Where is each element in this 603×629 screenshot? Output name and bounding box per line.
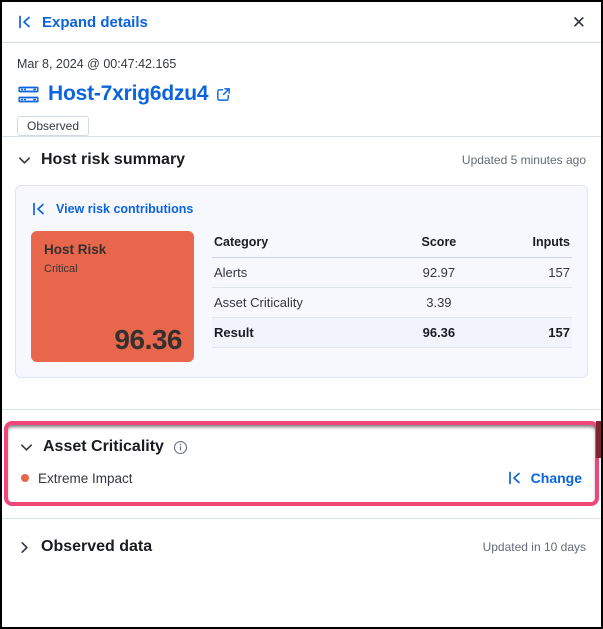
cell-inputs: 157 xyxy=(485,258,572,288)
arrow-start-icon xyxy=(507,470,523,486)
gauge-score: 96.36 xyxy=(114,324,182,356)
cell-inputs: 157 xyxy=(485,318,572,348)
asset-criticality-highlight: Asset Criticality Extreme Impact Change xyxy=(4,421,599,506)
observed-updated-text: Updated in 10 days xyxy=(483,540,586,554)
column-header-inputs: Inputs xyxy=(485,231,572,258)
event-timestamp: Mar 8, 2024 @ 00:47:42.165 xyxy=(17,57,586,71)
chevron-right-icon[interactable] xyxy=(17,540,32,555)
risk-summary-card: View risk contributions Host Risk Critic… xyxy=(15,185,588,378)
cell-score: 3.39 xyxy=(393,288,486,318)
expand-details-label: Expand details xyxy=(42,14,148,31)
observed-data-title: Observed data xyxy=(41,538,152,556)
chevron-down-icon[interactable] xyxy=(17,153,32,168)
risk-category-table: Category Score Inputs Alerts 92.97 157 A… xyxy=(212,231,572,348)
table-row-result: Result 96.36 157 xyxy=(212,318,572,348)
storage-icon xyxy=(17,83,40,106)
host-risk-summary-title: Host risk summary xyxy=(41,151,185,169)
host-name-link[interactable]: Host-7xrig6dzu4 xyxy=(48,82,208,106)
column-header-score: Score xyxy=(393,231,486,258)
chevron-down-icon[interactable] xyxy=(19,440,34,455)
gauge-title: Host Risk xyxy=(44,242,181,257)
observed-status-badge: Observed xyxy=(17,116,89,136)
column-header-category: Category xyxy=(212,231,393,258)
table-row: Alerts 92.97 157 xyxy=(212,258,572,288)
asset-criticality-title: Asset Criticality xyxy=(43,438,164,456)
host-risk-summary-header: Host risk summary Updated 5 minutes ago xyxy=(2,137,601,183)
arrow-start-icon xyxy=(17,14,33,30)
impact-level-label: Extreme Impact xyxy=(38,471,133,486)
cell-inputs xyxy=(485,288,572,318)
view-risk-contributions-button[interactable]: View risk contributions xyxy=(31,201,193,217)
view-risk-contributions-label: View risk contributions xyxy=(56,202,193,216)
info-icon[interactable] xyxy=(173,440,188,455)
gauge-level: Critical xyxy=(44,263,181,275)
cell-score: 92.97 xyxy=(393,258,486,288)
scrollbar-thumb[interactable] xyxy=(596,421,601,458)
table-row: Asset Criticality 3.39 xyxy=(212,288,572,318)
arrow-start-icon xyxy=(31,201,47,217)
host-details-flyout: Expand details ✕ Mar 8, 2024 @ 00:47:42.… xyxy=(0,0,603,629)
cell-category: Asset Criticality xyxy=(212,288,393,318)
cell-category: Result xyxy=(212,318,393,348)
host-risk-gauge: Host Risk Critical 96.36 xyxy=(31,231,194,362)
risk-updated-text: Updated 5 minutes ago xyxy=(462,153,586,167)
change-label: Change xyxy=(531,470,582,486)
divider xyxy=(2,409,601,410)
change-criticality-button[interactable]: Change xyxy=(507,470,582,486)
observed-data-header: Observed data Updated in 10 days xyxy=(2,519,601,575)
expand-details-button[interactable]: Expand details xyxy=(17,14,148,31)
external-link-icon[interactable] xyxy=(216,87,231,102)
criticality-level-row: Extreme Impact Change xyxy=(19,464,584,498)
asset-criticality-header: Asset Criticality xyxy=(19,425,584,464)
flyout-header: Expand details ✕ xyxy=(2,2,601,43)
cell-category: Alerts xyxy=(212,258,393,288)
cell-score: 96.36 xyxy=(393,318,486,348)
impact-dot-icon xyxy=(21,474,29,482)
close-icon[interactable]: ✕ xyxy=(572,14,586,31)
